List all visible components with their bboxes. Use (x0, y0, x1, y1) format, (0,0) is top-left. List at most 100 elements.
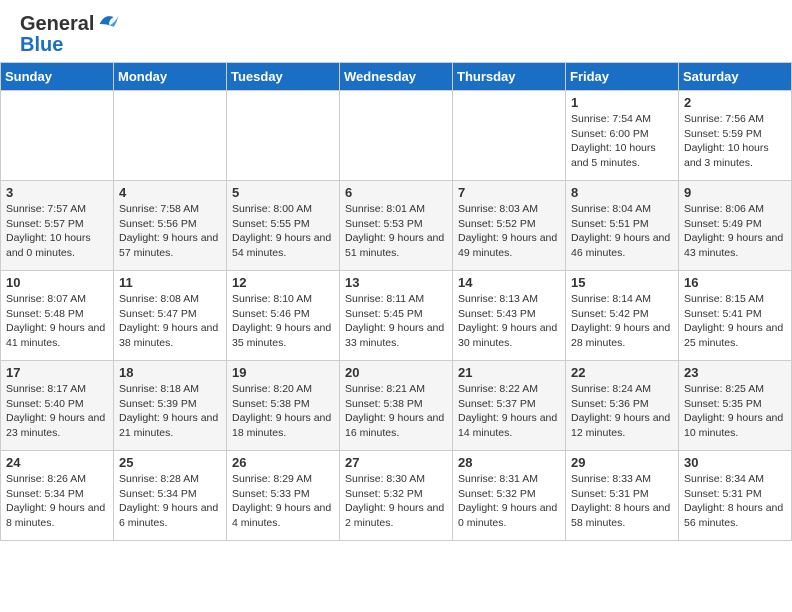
calendar-cell: 29Sunrise: 8:33 AMSunset: 5:31 PMDayligh… (566, 451, 679, 541)
day-info: Sunrise: 8:11 AMSunset: 5:45 PMDaylight:… (345, 292, 447, 351)
calendar-cell: 15 Sunrise: 8:14 AMSunset: 5:42 PMDayligh… (566, 271, 679, 361)
calendar-cell: 17 Sunrise: 8:17 AMSunset: 5:40 PMDayligh… (1, 361, 114, 451)
day-info: Sunrise: 8:03 AMSunset: 5:52 PMDaylight:… (458, 202, 560, 261)
day-info: Sunrise: 7:54 AMSunset: 6:00 PMDaylight:… (571, 112, 673, 171)
calendar-week-row: 24Sunrise: 8:26 AMSunset: 5:34 PMDayligh… (1, 451, 792, 541)
day-number: 16 (684, 275, 786, 290)
calendar-cell (114, 91, 227, 181)
day-number: 24 (6, 455, 108, 470)
day-info: Sunrise: 8:13 AMSunset: 5:43 PMDaylight:… (458, 292, 560, 351)
day-info: Sunrise: 8:17 AMSunset: 5:40 PMDaylight:… (6, 382, 108, 441)
calendar-cell: 11 Sunrise: 8:08 AMSunset: 5:47 PMDayligh… (114, 271, 227, 361)
day-number: 6 (345, 185, 447, 200)
calendar-cell: 18Sunrise: 8:18 AMSunset: 5:39 PMDayligh… (114, 361, 227, 451)
day-info: Sunrise: 8:22 AMSunset: 5:37 PMDaylight:… (458, 382, 560, 441)
day-number: 21 (458, 365, 560, 380)
calendar-cell (453, 91, 566, 181)
calendar-cell: 19 Sunrise: 8:20 AMSunset: 5:38 PMDayligh… (227, 361, 340, 451)
logo-bird-icon (94, 10, 122, 38)
calendar-cell (227, 91, 340, 181)
day-info: Sunrise: 8:08 AMSunset: 5:47 PMDaylight:… (119, 292, 221, 351)
day-info: Sunrise: 8:28 AMSunset: 5:34 PMDaylight:… (119, 472, 221, 531)
weekday-header: Wednesday (340, 63, 453, 91)
calendar-cell (340, 91, 453, 181)
day-number: 19 (232, 365, 334, 380)
day-info: Sunrise: 8:01 AMSunset: 5:53 PMDaylight:… (345, 202, 447, 261)
day-number: 27 (345, 455, 447, 470)
day-number: 22 (571, 365, 673, 380)
calendar-cell: 6 Sunrise: 8:01 AMSunset: 5:53 PMDaylight… (340, 181, 453, 271)
day-number: 9 (684, 185, 786, 200)
day-info: Sunrise: 7:56 AMSunset: 5:59 PMDaylight:… (684, 112, 786, 171)
logo-blue-text: Blue (20, 34, 63, 57)
day-number: 17 (6, 365, 108, 380)
day-number: 15 (571, 275, 673, 290)
calendar-cell: 27 Sunrise: 8:30 AMSunset: 5:32 PMDayligh… (340, 451, 453, 541)
calendar-cell: 26 Sunrise: 8:29 AMSunset: 5:33 PMDayligh… (227, 451, 340, 541)
calendar-cell: 8 Sunrise: 8:04 AMSunset: 5:51 PMDaylight… (566, 181, 679, 271)
day-info: Sunrise: 8:07 AMSunset: 5:48 PMDaylight:… (6, 292, 108, 351)
calendar-week-row: 17 Sunrise: 8:17 AMSunset: 5:40 PMDayligh… (1, 361, 792, 451)
day-number: 3 (6, 185, 108, 200)
calendar-cell: 23Sunrise: 8:25 AMSunset: 5:35 PMDayligh… (679, 361, 792, 451)
calendar-cell: 13 Sunrise: 8:11 AMSunset: 5:45 PMDayligh… (340, 271, 453, 361)
day-info: Sunrise: 7:58 AMSunset: 5:56 PMDaylight:… (119, 202, 221, 261)
day-info: Sunrise: 7:57 AMSunset: 5:57 PMDaylight:… (6, 202, 108, 261)
calendar-week-row: 10Sunrise: 8:07 AMSunset: 5:48 PMDayligh… (1, 271, 792, 361)
calendar-cell: 2 Sunrise: 7:56 AMSunset: 5:59 PMDaylight… (679, 91, 792, 181)
calendar-week-row: 1 Sunrise: 7:54 AMSunset: 6:00 PMDaylight… (1, 91, 792, 181)
calendar-cell: 10Sunrise: 8:07 AMSunset: 5:48 PMDayligh… (1, 271, 114, 361)
day-number: 12 (232, 275, 334, 290)
day-number: 4 (119, 185, 221, 200)
calendar-cell: 12 Sunrise: 8:10 AMSunset: 5:46 PMDayligh… (227, 271, 340, 361)
day-number: 7 (458, 185, 560, 200)
calendar-cell: 9 Sunrise: 8:06 AMSunset: 5:49 PMDaylight… (679, 181, 792, 271)
day-info: Sunrise: 8:30 AMSunset: 5:32 PMDaylight:… (345, 472, 447, 531)
calendar-week-row: 3 Sunrise: 7:57 AMSunset: 5:57 PMDaylight… (1, 181, 792, 271)
day-info: Sunrise: 8:04 AMSunset: 5:51 PMDaylight:… (571, 202, 673, 261)
day-info: Sunrise: 8:15 AMSunset: 5:41 PMDaylight:… (684, 292, 786, 351)
calendar-cell: 16 Sunrise: 8:15 AMSunset: 5:41 PMDayligh… (679, 271, 792, 361)
calendar-cell: 20 Sunrise: 8:21 AMSunset: 5:38 PMDayligh… (340, 361, 453, 451)
weekday-header: Saturday (679, 63, 792, 91)
day-number: 30 (684, 455, 786, 470)
day-info: Sunrise: 8:00 AMSunset: 5:55 PMDaylight:… (232, 202, 334, 261)
day-number: 14 (458, 275, 560, 290)
day-number: 2 (684, 95, 786, 110)
day-number: 20 (345, 365, 447, 380)
day-number: 11 (119, 275, 221, 290)
calendar-cell: 22 Sunrise: 8:24 AMSunset: 5:36 PMDayligh… (566, 361, 679, 451)
day-number: 18 (119, 365, 221, 380)
day-info: Sunrise: 8:21 AMSunset: 5:38 PMDaylight:… (345, 382, 447, 441)
logo: General Blue (20, 10, 122, 57)
day-info: Sunrise: 8:24 AMSunset: 5:36 PMDaylight:… (571, 382, 673, 441)
day-number: 5 (232, 185, 334, 200)
calendar-cell (1, 91, 114, 181)
weekday-header: Monday (114, 63, 227, 91)
day-number: 23 (684, 365, 786, 380)
weekday-header: Thursday (453, 63, 566, 91)
day-number: 8 (571, 185, 673, 200)
calendar-cell: 28Sunrise: 8:31 AMSunset: 5:32 PMDayligh… (453, 451, 566, 541)
weekday-header-row: SundayMondayTuesdayWednesdayThursdayFrid… (1, 63, 792, 91)
day-info: Sunrise: 8:20 AMSunset: 5:38 PMDaylight:… (232, 382, 334, 441)
day-number: 25 (119, 455, 221, 470)
day-number: 28 (458, 455, 560, 470)
day-info: Sunrise: 8:29 AMSunset: 5:33 PMDaylight:… (232, 472, 334, 531)
day-info: Sunrise: 8:14 AMSunset: 5:42 PMDaylight:… (571, 292, 673, 351)
day-info: Sunrise: 8:10 AMSunset: 5:46 PMDaylight:… (232, 292, 334, 351)
logo-general-text: General (20, 13, 94, 36)
day-number: 13 (345, 275, 447, 290)
calendar-cell: 1 Sunrise: 7:54 AMSunset: 6:00 PMDaylight… (566, 91, 679, 181)
calendar-cell: 24Sunrise: 8:26 AMSunset: 5:34 PMDayligh… (1, 451, 114, 541)
day-info: Sunrise: 8:06 AMSunset: 5:49 PMDaylight:… (684, 202, 786, 261)
day-number: 1 (571, 95, 673, 110)
weekday-header: Tuesday (227, 63, 340, 91)
calendar-cell: 25 Sunrise: 8:28 AMSunset: 5:34 PMDayligh… (114, 451, 227, 541)
page-header: General Blue (0, 0, 792, 62)
day-info: Sunrise: 8:34 AMSunset: 5:31 PMDaylight:… (684, 472, 786, 531)
weekday-header: Sunday (1, 63, 114, 91)
calendar-cell: 4 Sunrise: 7:58 AMSunset: 5:56 PMDaylight… (114, 181, 227, 271)
day-info: Sunrise: 8:33 AMSunset: 5:31 PMDaylight:… (571, 472, 673, 531)
day-number: 26 (232, 455, 334, 470)
